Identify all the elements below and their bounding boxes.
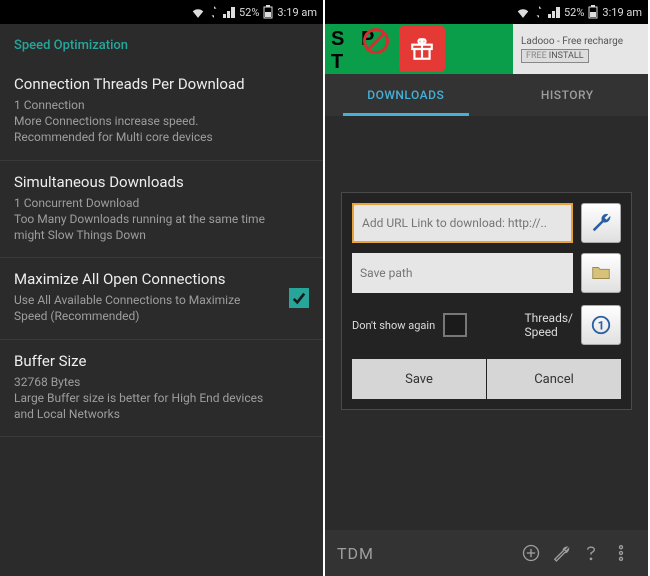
setting-desc: Recommended for Multi core devices [14,129,284,145]
overflow-icon[interactable] [606,543,636,563]
setting-desc: might Slow Things Down [14,227,284,243]
tab-history[interactable]: HISTORY [487,74,649,116]
wifi-icon [516,6,530,18]
tab-bar: DOWNLOADS HISTORY [325,74,648,116]
setting-desc: Use All Available Connections to Maximiz… [14,292,254,324]
ad-install-button[interactable]: FREEINSTALL [521,49,589,63]
setting-desc: More Connections increase speed. [14,113,284,129]
setting-title: Buffer Size [14,352,309,370]
ad-info: Ladooo - Free recharge FREEINSTALL [513,24,648,74]
clock-time: 3:19 am [277,6,317,19]
wifi-icon [191,6,205,18]
svg-text:1: 1 [598,319,605,333]
setting-title: Maximize All Open Connections [14,270,309,288]
downloads-screen: 52% 3:19 am S P T Ladooo - Free recharge… [325,0,650,576]
bottom-bar: TDM [325,530,648,576]
add-download-dialog: Don't show again Threads/ Speed 1 Save C… [341,192,632,410]
folder-button[interactable] [581,253,621,293]
dont-show-label: Don't show again [352,319,435,332]
setting-buffer-size[interactable]: Buffer Size 32768 Bytes Large Buffer siz… [0,340,323,438]
setting-title: Simultaneous Downloads [14,173,309,191]
battery-pct: 52% [239,6,259,19]
battery-pct: 52% [564,6,584,19]
ad-text: Ladooo - Free recharge [521,36,640,47]
add-icon[interactable] [516,543,546,563]
setting-maximize-connections[interactable]: Maximize All Open Connections Use All Av… [0,258,323,339]
help-icon[interactable] [576,543,606,563]
setting-value: 32768 Bytes [14,374,284,390]
status-bar-left: 52% 3:19 am [0,0,323,24]
threads-button[interactable]: 1 [581,305,621,345]
gift-icon [399,26,445,72]
wrench-button[interactable] [581,203,621,243]
checkbox-icon[interactable] [289,288,309,308]
battery-icon [263,5,273,19]
dont-show-checkbox[interactable] [443,313,467,337]
status-bar-right: 52% 3:19 am [325,0,648,24]
setting-simultaneous-downloads[interactable]: Simultaneous Downloads 1 Concurrent Down… [0,161,323,259]
ad-banner[interactable]: S P T Ladooo - Free recharge FREEINSTALL [325,24,648,74]
signal-icon [223,6,235,18]
signal-icon [548,6,560,18]
settings-sync-icon [209,6,219,18]
setting-value: 1 Connection [14,97,284,113]
brand-label: TDM [337,544,374,563]
setting-desc: Large Buffer size is better for High End… [14,390,284,422]
settings-screen: 52% 3:19 am Speed Optimization Connectio… [0,0,325,576]
wrench-icon[interactable] [546,543,576,563]
setting-title: Connection Threads Per Download [14,75,309,93]
battery-icon [588,5,598,19]
section-header: Speed Optimization [0,24,323,63]
save-button[interactable]: Save [352,359,486,399]
clock-time: 3:19 am [602,6,642,19]
settings-sync-icon [534,6,544,18]
threads-speed-label: Threads/ Speed [524,311,573,340]
cancel-button[interactable]: Cancel [487,359,621,399]
path-input[interactable] [352,253,573,293]
setting-value: 1 Concurrent Download [14,195,284,211]
url-input[interactable] [352,203,573,243]
tab-downloads[interactable]: DOWNLOADS [325,74,487,116]
setting-desc: Too Many Downloads running at the same t… [14,211,284,227]
no-entry-icon [363,28,389,54]
ad-image: S P T [325,24,513,74]
setting-connection-threads[interactable]: Connection Threads Per Download 1 Connec… [0,63,323,161]
